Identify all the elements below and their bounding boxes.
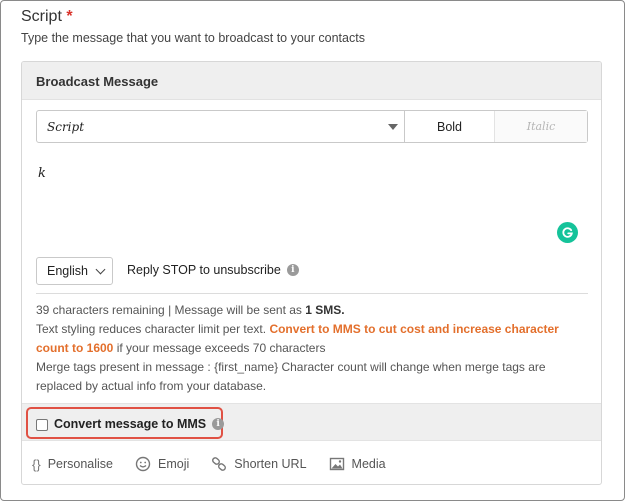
font-select-value: Script — [47, 119, 85, 134]
mms-row: Convert message to MMS i — [22, 403, 601, 441]
card-header: Broadcast Message — [22, 62, 601, 100]
message-editor[interactable]: k — [36, 154, 588, 246]
link-icon — [211, 456, 227, 472]
editor-text: k — [38, 166, 46, 181]
image-icon — [329, 456, 345, 472]
bold-button[interactable]: Bold — [405, 111, 495, 142]
mms-info-icon[interactable]: i — [212, 418, 225, 430]
divider — [36, 293, 588, 294]
footer-actions: {} Personalise Emoji Shorten URL Media — [22, 442, 601, 484]
emoji-label: Emoji — [158, 457, 190, 471]
styling-suffix: if your message exceeds 70 characters — [116, 341, 326, 355]
format-toolbar: Script Bold Italic — [36, 110, 588, 143]
language-select-value: English — [47, 264, 88, 278]
mms-highlight-box: Convert message to MMS i — [26, 407, 225, 439]
mms-label-text: Convert message to MMS — [54, 417, 207, 431]
character-info: 39 characters remaining | Message will b… — [36, 301, 588, 396]
media-label: Media — [351, 457, 386, 471]
mms-label[interactable]: Convert message to MMS i — [54, 417, 225, 431]
shorten-url-button[interactable]: Shorten URL — [211, 456, 307, 472]
required-mark: * — [66, 8, 73, 25]
form-frame: Script * Type the message that you want … — [0, 0, 625, 501]
grammarly-icon[interactable] — [557, 222, 578, 243]
emoji-button[interactable]: Emoji — [135, 456, 189, 472]
styling-prefix: Text styling reduces character limit per… — [36, 322, 267, 336]
remaining-line: 39 characters remaining | Message will b… — [36, 301, 588, 320]
styling-line: Text styling reduces character limit per… — [36, 320, 588, 358]
media-button[interactable]: Media — [329, 456, 386, 472]
mms-checkbox[interactable] — [36, 419, 48, 431]
italic-button[interactable]: Italic — [495, 111, 587, 142]
shorten-url-label: Shorten URL — [234, 457, 307, 471]
section-subtitle: Type the message that you want to broadc… — [21, 31, 365, 45]
personalise-button[interactable]: {} Personalise — [32, 457, 113, 472]
language-select[interactable]: English — [36, 257, 113, 285]
smiley-icon — [135, 456, 151, 472]
font-select[interactable]: Script — [37, 111, 405, 142]
sms-count: 1 SMS. — [305, 303, 345, 317]
personalise-label: Personalise — [47, 457, 114, 471]
grammarly-glyph — [562, 227, 573, 238]
merge-tags-note: Merge tags present in message : {first_n… — [36, 360, 546, 393]
section-title: Script * — [21, 8, 73, 26]
broadcast-card: Broadcast Message Script Bold Italic k E… — [21, 61, 602, 485]
caret-down-icon — [388, 124, 398, 130]
info-icon[interactable]: i — [286, 264, 299, 276]
reply-stop-label: Reply STOP to unsubscribe — [127, 263, 281, 277]
section-title-text: Script — [21, 8, 62, 25]
chevron-down-icon — [95, 264, 106, 275]
remaining-text: 39 characters remaining | Message will b… — [36, 303, 302, 317]
braces-icon: {} — [32, 456, 41, 472]
reply-stop-text: Reply STOP to unsubscribe i — [127, 263, 299, 277]
